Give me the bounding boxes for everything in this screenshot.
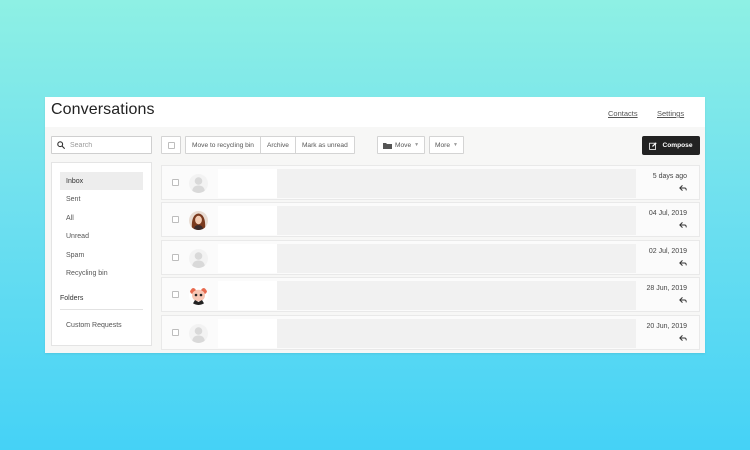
checkbox-square bbox=[167, 141, 175, 149]
default-avatar bbox=[189, 249, 208, 268]
page-title: Conversations bbox=[51, 101, 155, 118]
sidebar-item-spam[interactable]: Spam bbox=[60, 246, 143, 264]
conversation-date: 02 Jul, 2019 bbox=[648, 248, 687, 255]
conversation-list: 5 days ago 04 Jul, 2019 02 Jul, 2019 28 … bbox=[161, 165, 700, 351]
sidebar-item-unread[interactable]: Unread bbox=[60, 227, 143, 245]
conversation-date: 5 days ago bbox=[652, 173, 687, 180]
row-checkbox[interactable] bbox=[172, 216, 179, 223]
row-checkbox[interactable] bbox=[172, 291, 179, 298]
conversation-row[interactable]: 28 Jun, 2019 bbox=[161, 277, 700, 312]
folders-divider bbox=[60, 309, 143, 310]
page-header: Conversations Contacts Settings bbox=[45, 97, 705, 127]
reply-arrow-icon bbox=[679, 222, 687, 228]
conversation-row[interactable]: 20 Jun, 2019 bbox=[161, 315, 700, 350]
search-box[interactable] bbox=[51, 136, 152, 154]
conversation-row[interactable]: 04 Jul, 2019 bbox=[161, 202, 700, 237]
row-checkbox[interactable] bbox=[172, 329, 179, 336]
folders-heading: Folders bbox=[60, 295, 84, 302]
settings-link[interactable]: Settings bbox=[657, 109, 684, 118]
reply-arrow-icon bbox=[679, 297, 687, 303]
message-preview bbox=[277, 206, 636, 235]
move-label: Move bbox=[395, 141, 412, 149]
sidebar-item-recycling-bin[interactable]: Recycling bin bbox=[60, 264, 143, 282]
default-avatar bbox=[189, 174, 208, 193]
sender-name-block bbox=[218, 244, 277, 273]
sidebar-item-custom-requests[interactable]: Custom Requests bbox=[60, 316, 143, 334]
search-icon bbox=[57, 136, 65, 154]
move-dropdown[interactable]: Move ▼ bbox=[377, 136, 426, 154]
sidebar-item-inbox[interactable]: Inbox bbox=[60, 172, 143, 190]
archive-button[interactable]: Archive bbox=[261, 137, 296, 153]
reply-arrow-icon bbox=[679, 260, 687, 266]
more-dropdown[interactable]: More ▼ bbox=[429, 136, 464, 154]
compose-label: Compose bbox=[662, 142, 693, 149]
more-label: More bbox=[435, 141, 451, 149]
sender-name-block bbox=[218, 206, 277, 235]
compose-button[interactable]: Compose bbox=[642, 136, 700, 155]
sidebar-item-sent[interactable]: Sent bbox=[60, 190, 143, 208]
woman-photo-avatar bbox=[189, 211, 208, 230]
contacts-link[interactable]: Contacts bbox=[608, 109, 638, 118]
reply-arrow-icon bbox=[679, 335, 687, 341]
move-to-recycling-bin-button[interactable]: Move to recycling bin bbox=[186, 137, 261, 153]
message-preview bbox=[277, 169, 636, 198]
default-avatar bbox=[189, 324, 208, 343]
row-checkbox[interactable] bbox=[172, 254, 179, 261]
folder-icon bbox=[383, 142, 392, 149]
conversation-date: 04 Jul, 2019 bbox=[648, 210, 687, 217]
conversation-date: 28 Jun, 2019 bbox=[646, 285, 687, 292]
chevron-down-icon: ▼ bbox=[414, 142, 420, 148]
sender-name-block bbox=[218, 169, 277, 198]
folder-sidebar: Inbox Sent All Unread Spam Recycling bin… bbox=[51, 162, 152, 346]
chevron-down-icon: ▼ bbox=[453, 142, 458, 148]
sender-name-block bbox=[218, 319, 277, 348]
message-preview bbox=[277, 244, 636, 273]
panda-avatar bbox=[189, 286, 208, 305]
select-all-checkbox[interactable] bbox=[161, 136, 181, 154]
message-preview bbox=[277, 319, 636, 348]
conversations-app: Conversations Contacts Settings Inbox Se… bbox=[45, 97, 705, 353]
bulk-action-group: Move to recycling bin Archive Mark as un… bbox=[185, 136, 355, 154]
main-content: Inbox Sent All Unread Spam Recycling bin… bbox=[45, 127, 705, 353]
conversation-row[interactable]: 02 Jul, 2019 bbox=[161, 240, 700, 275]
edit-icon bbox=[649, 141, 658, 150]
search-input[interactable] bbox=[70, 141, 150, 149]
message-preview bbox=[277, 281, 636, 310]
row-checkbox[interactable] bbox=[172, 179, 179, 186]
mark-as-unread-button[interactable]: Mark as unread bbox=[296, 137, 354, 153]
sidebar-item-all[interactable]: All bbox=[60, 209, 143, 227]
sender-name-block bbox=[218, 281, 277, 310]
conversation-date: 20 Jun, 2019 bbox=[646, 323, 687, 330]
reply-arrow-icon bbox=[679, 185, 687, 191]
conversation-row[interactable]: 5 days ago bbox=[161, 165, 700, 200]
